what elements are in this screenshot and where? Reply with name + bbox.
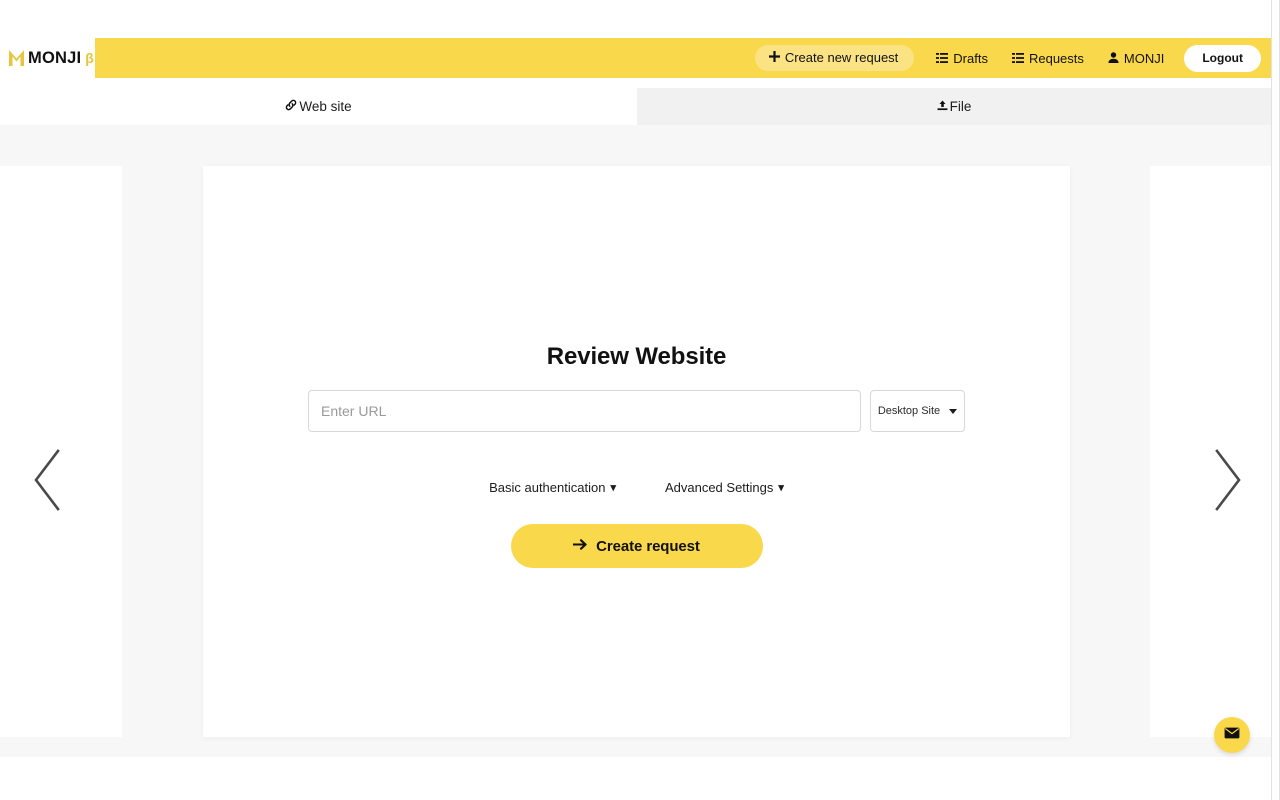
url-input[interactable] [308,390,861,432]
options-toggle-row: Basic authentication ▾ Advanced Settings… [489,480,784,495]
link-icon [285,99,297,114]
site-mode-selected-label: Desktop Site [877,405,941,417]
envelope-icon [1224,727,1240,743]
site-mode-select[interactable]: Desktop Site [870,390,965,432]
logout-label: Logout [1202,50,1243,65]
page-title: Review Website [546,343,727,370]
basic-authentication-label: Basic authentication [489,480,606,495]
tab-web-site-label: Web site [299,99,352,114]
chevron-down-icon: ▾ [778,482,784,494]
nav-item-user-account[interactable]: MONJI [1096,45,1176,72]
brand-logo[interactable]: MONJI β [0,38,95,78]
logout-button[interactable]: Logout [1184,44,1261,72]
nav-item-requests-label: Requests [1028,50,1084,66]
list-icon [1011,52,1024,65]
create-request-label: Create request [596,537,700,555]
source-type-tabs: Web site File [0,88,1271,125]
carousel-next-button[interactable] [1203,445,1249,515]
basic-authentication-toggle[interactable]: Basic authentication ▾ [489,480,616,495]
nav-item-drafts[interactable]: Drafts [924,45,1000,72]
chevron-down-icon: ▾ [610,482,616,494]
chevron-right-icon [1215,449,1241,511]
nav-items: Create new request Drafts Requests MONJI… [95,38,1271,78]
user-icon [1108,51,1119,65]
nav-item-requests[interactable]: Requests [1000,45,1096,72]
tab-web-site[interactable]: Web site [0,88,637,125]
arrow-right-icon [572,538,588,554]
tab-file[interactable]: File [637,88,1271,125]
caret-down-icon [949,408,958,414]
brand-beta-mark: β [85,50,94,66]
list-icon [936,52,949,65]
chevron-left-icon [34,449,60,511]
brand-name: MONJI [28,48,82,67]
nav-item-drafts-label: Drafts [953,50,988,66]
contact-support-button[interactable] [1214,717,1250,753]
advanced-settings-label: Advanced Settings [664,480,774,495]
advanced-settings-toggle[interactable]: Advanced Settings ▾ [665,480,784,495]
create-request-button[interactable]: Create request [510,524,763,568]
review-website-card: Review Website Desktop Site Basic authen… [203,166,1070,737]
carousel-prev-button[interactable] [26,445,72,515]
nav-item-user-label: MONJI [1123,50,1165,66]
request-carousel-stage: Review Website Desktop Site Basic authen… [0,125,1271,757]
monji-m-mark-icon [8,49,25,67]
create-new-request-label: Create new request [784,50,899,65]
top-navigation-bar: MONJI β Create new request Drafts Reques… [0,38,1271,78]
create-new-request-button[interactable]: Create new request [754,45,915,71]
plus-icon [768,51,780,64]
upload-icon [937,100,948,114]
tab-file-label: File [949,99,972,114]
app-root: MONJI β Create new request Drafts Reques… [0,0,1280,800]
vertical-scrollbar[interactable] [1271,0,1280,800]
url-entry-row: Desktop Site [308,390,965,432]
